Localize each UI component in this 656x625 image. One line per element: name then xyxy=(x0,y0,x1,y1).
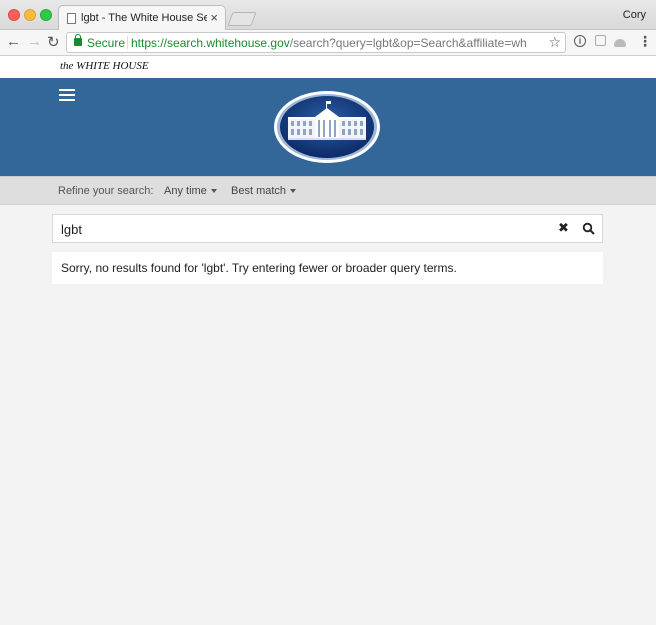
time-filter-dropdown[interactable]: Any time xyxy=(164,185,217,197)
extension-icon[interactable] xyxy=(595,35,606,46)
new-tab-button[interactable] xyxy=(227,12,257,26)
browser-menu-icon[interactable]: ⋮ xyxy=(638,33,652,50)
hamburger-menu-icon[interactable] xyxy=(59,89,75,101)
search-input[interactable] xyxy=(61,220,541,238)
back-arrow-icon[interactable]: ← xyxy=(6,33,21,50)
reload-icon[interactable]: ↻ xyxy=(47,33,60,51)
bookmark-star-icon[interactable]: ☆ xyxy=(548,34,561,51)
site-banner xyxy=(0,78,656,176)
sort-label: Best match xyxy=(231,185,287,197)
url-text[interactable]: https://search.whitehouse.gov/search?que… xyxy=(131,36,527,50)
url-host: https://search.whitehouse.gov xyxy=(131,36,290,50)
cloud-extension-icon[interactable] xyxy=(614,39,626,47)
refine-label: Refine your search: xyxy=(58,185,154,197)
time-filter-label: Any time xyxy=(164,185,207,197)
lock-icon xyxy=(74,34,82,46)
info-extension-icon[interactable]: i xyxy=(574,35,586,47)
secure-label: Secure xyxy=(87,36,126,50)
clear-search-icon[interactable]: ✖ xyxy=(558,220,569,236)
no-results-message: Sorry, no results found for 'lgbt'. Try … xyxy=(61,261,457,275)
white-house-logo[interactable] xyxy=(273,90,381,164)
refine-search-bar: Refine your search: Any time Best match xyxy=(0,176,656,205)
tab-close-icon[interactable]: × xyxy=(210,10,218,25)
browser-tab[interactable]: lgbt - The White House Search × xyxy=(58,5,226,31)
tab-title: lgbt - The White House Search xyxy=(81,12,207,24)
close-window-button[interactable] xyxy=(8,9,20,21)
minimize-window-button[interactable] xyxy=(24,9,36,21)
search-icon[interactable] xyxy=(582,222,596,236)
site-topbar: the WHITE HOUSE xyxy=(0,56,656,78)
browser-toolbar: ← → ↻ Secure https://search.whitehouse.g… xyxy=(0,30,656,56)
search-box: ✖ xyxy=(52,214,603,243)
maximize-window-button[interactable] xyxy=(40,9,52,21)
document-icon xyxy=(67,13,76,24)
site-wordmark[interactable]: the WHITE HOUSE xyxy=(60,60,149,72)
no-results-panel: Sorry, no results found for 'lgbt'. Try … xyxy=(52,252,603,284)
forward-arrow-icon[interactable]: → xyxy=(27,33,42,50)
address-bar[interactable]: Secure https://search.whitehouse.gov/sea… xyxy=(66,32,566,53)
chevron-down-icon xyxy=(210,189,217,194)
sort-dropdown[interactable]: Best match xyxy=(231,185,297,197)
url-path: /search?query=lgbt&op=Search&affiliate=w… xyxy=(289,36,527,50)
address-separator xyxy=(127,36,128,49)
browser-titlebar: lgbt - The White House Search × Cory xyxy=(0,0,656,31)
chevron-down-icon xyxy=(290,189,297,194)
profile-name[interactable]: Cory xyxy=(623,9,646,21)
